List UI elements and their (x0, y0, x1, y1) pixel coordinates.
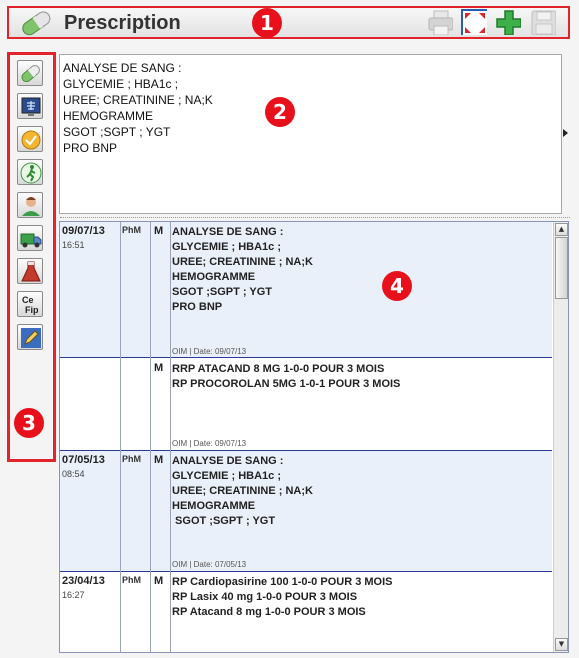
row-line: RP Atacand 8 mg 1-0-0 POUR 3 MOIS (172, 606, 366, 618)
row-line: GLYCEMIE ; HBA1c ; (172, 241, 282, 253)
row-text: ANALYSE DE SANG : GLYCEMIE ; HBA1c ; URE… (172, 225, 313, 315)
row-line: ANALYSE DE SANG : (172, 226, 284, 238)
editor-line: ANALYSE DE SANG : (63, 61, 182, 75)
row-author: PhM (122, 575, 141, 585)
history-row[interactable]: 23/04/13 16:27 PhM M RP Cardiopasirine 1… (60, 572, 552, 652)
row-line: RRP ATACAND 8 MG 1-0-0 POUR 3 MOIS (172, 363, 385, 375)
cefip-icon: CeFip (22, 295, 39, 315)
sidebar-button-activity[interactable] (17, 159, 43, 185)
row-line: GLYCEMIE ; HBA1c ; (172, 470, 282, 482)
history-row[interactable]: 07/05/13 08:54 PhM M ANALYSE DE SANG : G… (60, 451, 552, 572)
sidebar-button-imaging[interactable] (17, 93, 43, 119)
printer-icon[interactable] (427, 9, 453, 35)
annotation-marker-1: 1 (252, 8, 282, 38)
editor-line: PRO BNP (63, 141, 118, 155)
flask-icon (21, 261, 41, 282)
sidebar-button-doctor[interactable] (17, 192, 43, 218)
scroll-down-icon[interactable]: ▼ (555, 638, 568, 651)
editor-line: SGOT ;SGPT ; YGT (63, 125, 171, 139)
column-separator (150, 222, 151, 652)
row-date: 23/04/13 (62, 575, 105, 587)
row-line: UREE; CREATININE ; NA;K (172, 485, 313, 497)
row-footer: OIM | Date: 07/05/13 (172, 560, 247, 569)
row-text: ANALYSE DE SANG : GLYCEMIE ; HBA1c ; URE… (172, 454, 313, 529)
row-line: SGOT ;SGPT ; YGT (172, 286, 273, 298)
editor-line: GLYCEMIE ; HBA1c ; (63, 77, 179, 91)
scroll-thumb[interactable] (555, 237, 568, 299)
prescription-history: 09/07/13 16:51 PhM M ANALYSE DE SANG : G… (59, 221, 569, 653)
row-line: SGOT ;SGPT ; YGT (172, 515, 276, 527)
row-flag: M (154, 362, 164, 374)
xray-icon (21, 97, 41, 116)
prescription-editor[interactable]: ANALYSE DE SANG : GLYCEMIE ; HBA1c ; URE… (59, 54, 562, 214)
column-separator (120, 222, 121, 652)
row-text: RP Cardiopasirine 100 1-0-0 POUR 3 MOIS … (172, 575, 392, 620)
row-date: 07/05/13 (62, 454, 105, 466)
row-author: PhM (122, 454, 141, 464)
annotation-marker-4: 4 (382, 271, 412, 301)
row-line: ANALYSE DE SANG : (172, 455, 284, 467)
row-flag: M (154, 575, 164, 587)
sidebar-button-prescription[interactable] (17, 60, 43, 86)
sidebar-button-lab[interactable] (17, 258, 43, 284)
add-icon[interactable] (495, 9, 521, 35)
row-date: 09/07/13 (62, 225, 105, 237)
history-scrollbar[interactable]: ▲ ▼ (553, 222, 568, 652)
row-line: HEMOGRAMME (172, 500, 256, 512)
capsule-icon (22, 11, 51, 36)
row-flag: M (154, 454, 164, 466)
row-line: UREE; CREATININE ; NA;K (172, 256, 313, 268)
row-line: RP Cardiopasirine 100 1-0-0 POUR 3 MOIS (172, 576, 393, 588)
scroll-up-icon[interactable]: ▲ (555, 223, 568, 236)
sidebar-button-notes[interactable] (17, 324, 43, 350)
row-time: 16:51 (62, 240, 85, 250)
column-separator (170, 222, 171, 652)
sidebar: Ce Fip (7, 52, 56, 462)
history-row[interactable]: 09/07/13 16:51 PhM M ANALYSE DE SANG : G… (60, 222, 552, 358)
row-line: RP Lasix 40 mg 1-0-0 POUR 3 MOIS (172, 591, 358, 603)
row-time: 08:54 (62, 469, 85, 479)
row-text: RRP ATACAND 8 MG 1-0-0 POUR 3 MOIS RP PR… (172, 362, 400, 392)
svg-text:Ce: Ce (22, 295, 34, 305)
annotation-marker-3: 3 (14, 408, 44, 438)
sidebar-button-transport[interactable] (17, 225, 43, 251)
runner-icon (20, 162, 42, 184)
sidebar-button-certificate[interactable] (17, 126, 43, 152)
editor-line: UREE; CREATININE ; NA;K (63, 93, 213, 107)
svg-text:Fip: Fip (25, 305, 39, 315)
row-footer: OIM | Date: 09/07/13 (172, 347, 247, 356)
expand-arrow-icon[interactable] (563, 128, 569, 138)
row-line: HEMOGRAMME (172, 271, 256, 283)
capsule-icon (21, 65, 40, 83)
history-row[interactable]: M RRP ATACAND 8 MG 1-0-0 POUR 3 MOIS RP … (60, 358, 552, 451)
fullscreen-icon[interactable] (461, 9, 487, 35)
save-icon[interactable] (530, 9, 556, 35)
page-title: Prescription (64, 12, 181, 34)
certificate-icon (21, 130, 41, 150)
row-time: 16:27 (62, 590, 85, 600)
ambulance-icon (20, 233, 42, 248)
doctor-icon (22, 197, 40, 216)
pen-icon (21, 328, 41, 348)
annotation-marker-2: 2 (265, 97, 295, 127)
row-flag: M (154, 225, 164, 237)
row-line: RP PROCOROLAN 5MG 1-0-1 POUR 3 MOIS (172, 378, 401, 390)
editor-line: HEMOGRAMME (63, 109, 153, 123)
sidebar-button-cefip[interactable]: Ce Fip (17, 291, 43, 317)
row-author: PhM (122, 225, 141, 235)
row-line: PRO BNP (172, 301, 223, 313)
row-footer: OIM | Date: 09/07/13 (172, 439, 247, 448)
